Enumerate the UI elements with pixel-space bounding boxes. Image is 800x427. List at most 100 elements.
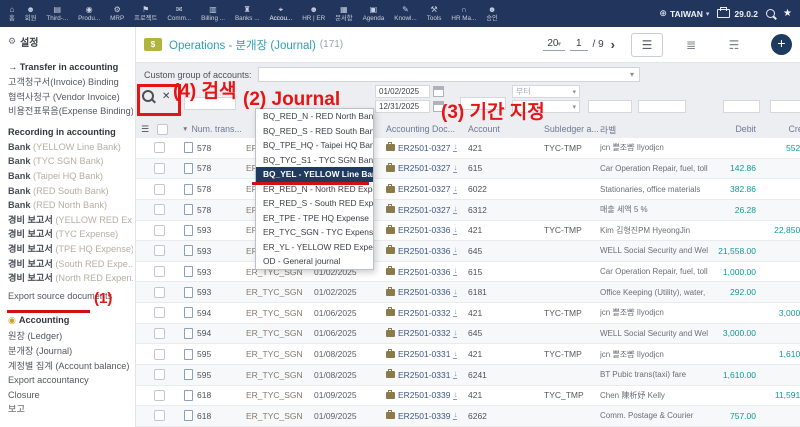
num-cell[interactable]: 593: [184, 282, 244, 302]
sidebar-item-bank[interactable]: Bank (YELLOW Line Bank): [8, 140, 133, 155]
journal-option[interactable]: BQ_TYC_S1 - TYC SGN Bank: [256, 153, 373, 168]
row-checkbox[interactable]: [154, 410, 165, 421]
row-checkbox[interactable]: [154, 266, 165, 277]
journal-option[interactable]: ER_TPE - TPE HQ Expense: [256, 211, 373, 226]
sidebar-item-bank[interactable]: Bank (RED North Bank): [8, 198, 133, 213]
download-icon[interactable]: ↓: [453, 329, 457, 338]
nav-item-tools[interactable]: ⚒Tools: [422, 0, 447, 27]
num-cell[interactable]: 595: [184, 344, 244, 364]
journal-option[interactable]: ER_YL - YELLOW RED Expense: [256, 240, 373, 255]
row-checkbox[interactable]: [154, 163, 165, 174]
nav-item-회원[interactable]: ☻회원: [20, 0, 42, 27]
num-cell[interactable]: 594: [184, 324, 244, 344]
row-checkbox[interactable]: [154, 287, 165, 298]
sidebar-settings[interactable]: ⚙ 설정: [8, 34, 133, 49]
col-header-label[interactable]: 라벨: [600, 119, 660, 139]
sidebar-item[interactable]: 원장 (Ledger): [8, 329, 133, 344]
num-cell[interactable]: 593: [184, 221, 244, 241]
list-view-button[interactable]: ☰: [631, 33, 663, 57]
download-icon[interactable]: ↓: [453, 411, 457, 420]
sidebar-item[interactable]: 고객청구서(Invoice) Binding: [8, 75, 133, 90]
download-icon[interactable]: ↓: [453, 308, 457, 317]
nav-item-banks[interactable]: ♜Banks ...: [230, 0, 265, 27]
search-icon[interactable]: [766, 9, 775, 18]
row-checkbox[interactable]: [154, 369, 165, 380]
row-checkbox[interactable]: [154, 184, 165, 195]
nav-item-mrp[interactable]: ⚙MRP: [105, 0, 129, 27]
download-icon[interactable]: ↓: [453, 185, 457, 194]
nav-item-hrer[interactable]: ☻HR | ER: [297, 0, 330, 27]
col-header-debit[interactable]: Debit: [710, 119, 756, 139]
accounting-doc-cell[interactable]: ER2501-0339↓: [386, 386, 466, 406]
download-icon[interactable]: ↓: [453, 267, 457, 276]
journal-option[interactable]: OD - General journal: [256, 254, 373, 269]
row-checkbox[interactable]: [154, 204, 165, 215]
nav-item-agenda[interactable]: ▣Agenda: [358, 0, 390, 27]
compact-view-button[interactable]: ≣: [676, 34, 706, 56]
num-cell[interactable]: 593: [184, 241, 244, 261]
sidebar-item[interactable]: 보고: [8, 402, 133, 417]
accounting-doc-cell[interactable]: ER2501-0339↓: [386, 406, 466, 426]
journal-option[interactable]: BQ_TPE_HQ - Taipei HQ Bank: [256, 138, 373, 153]
col-header-num[interactable]: ▼Num. trans...: [182, 119, 244, 139]
accounting-doc-cell[interactable]: ER2501-0327↓: [386, 138, 466, 158]
region-selector[interactable]: ⊕ TAIWAN ▾: [659, 8, 709, 19]
num-cell[interactable]: 594: [184, 303, 244, 323]
nav-item-홈[interactable]: ⌂홈: [4, 0, 20, 27]
accounting-doc-cell[interactable]: ER2501-0331↓: [386, 365, 466, 385]
num-cell[interactable]: 578: [184, 179, 244, 199]
sidebar-item[interactable]: 협력사청구 (Vendor Invoice): [8, 90, 133, 105]
accounting-doc-cell[interactable]: ER2501-0327↓: [386, 179, 466, 199]
row-checkbox[interactable]: [154, 245, 165, 256]
num-cell[interactable]: 593: [184, 262, 244, 282]
filter-input-credit[interactable]: [770, 100, 800, 113]
filter-input-label[interactable]: [638, 100, 686, 113]
accounting-doc-cell[interactable]: ER2501-0336↓: [386, 282, 466, 302]
accounting-doc-cell[interactable]: ER2501-0332↓: [386, 303, 466, 323]
nav-item-third[interactable]: ▤Third-...: [41, 0, 73, 27]
nav-item-billing[interactable]: ▥Billing ...: [196, 0, 230, 27]
accounting-doc-cell[interactable]: ER2501-0336↓: [386, 241, 466, 261]
sidebar-item-bank[interactable]: Bank (TYC SGN Bank): [8, 154, 133, 169]
accounting-doc-cell[interactable]: ER2501-0336↓: [386, 262, 466, 282]
page-current[interactable]: 1: [570, 38, 588, 51]
col-header-credit[interactable]: Credit: [756, 119, 800, 139]
download-icon[interactable]: ↓: [453, 350, 457, 359]
star-icon[interactable]: ★: [783, 8, 792, 19]
download-icon[interactable]: ↓: [453, 205, 457, 214]
sidebar-item-expense-report[interactable]: 경비 보고서 (YELLOW RED Ex...: [8, 213, 133, 228]
sidebar-item-expense-report[interactable]: 경비 보고서 (South RED Expe...: [8, 257, 133, 272]
num-cell[interactable]: 595: [184, 365, 244, 385]
date-to-input[interactable]: 12/31/2025: [375, 100, 430, 113]
nav-item-knowl[interactable]: ✎Knowl...: [389, 0, 421, 27]
accounting-doc-cell[interactable]: ER2501-0332↓: [386, 324, 466, 344]
nav-item-accou[interactable]: ⌖Accou...: [264, 0, 297, 27]
accounting-doc-cell[interactable]: ER2501-0336↓: [386, 221, 466, 241]
nav-item-hrma[interactable]: ∩HR Ma...: [446, 0, 481, 27]
sidebar-item-expense-report[interactable]: 경비 보고서 (TPE HQ Expense): [8, 242, 133, 257]
select-all-checkbox[interactable]: [157, 124, 168, 135]
custom-group-select[interactable]: ▾: [258, 67, 640, 82]
row-checkbox[interactable]: [154, 307, 165, 318]
accounting-doc-cell[interactable]: ER2501-0331↓: [386, 344, 466, 364]
journal-option[interactable]: BQ_RED_N - RED North Bank: [256, 109, 373, 124]
version-indicator[interactable]: 29.0.2: [717, 9, 758, 19]
download-icon[interactable]: ↓: [453, 288, 457, 297]
journal-option[interactable]: BQ_RED_S - RED South Bank: [256, 124, 373, 139]
filter-input-subledger[interactable]: [588, 100, 632, 113]
grouped-view-button[interactable]: ☴: [719, 34, 749, 56]
list-options-icon[interactable]: ☰: [141, 124, 149, 135]
sidebar-item[interactable]: Closure: [8, 388, 133, 403]
nav-item-produ[interactable]: ◉Produ...: [73, 0, 105, 27]
num-cell[interactable]: 578: [184, 138, 244, 158]
num-cell[interactable]: 578: [184, 200, 244, 220]
nav-item-문서함[interactable]: ▦문서함: [330, 0, 357, 27]
nav-item-승인[interactable]: ☻승인: [481, 0, 503, 27]
filter-input-debit[interactable]: [723, 100, 760, 113]
nav-item-프로젝트[interactable]: ⚑프로젝트: [129, 0, 162, 27]
download-icon[interactable]: ↓: [453, 246, 457, 255]
sidebar-item[interactable]: 계정별 집계 (Account balance): [8, 359, 133, 374]
sidebar-item-bank[interactable]: Bank (RED South Bank): [8, 184, 133, 199]
num-cell[interactable]: 618: [184, 386, 244, 406]
page-size-selector[interactable]: 20▾: [543, 38, 565, 51]
